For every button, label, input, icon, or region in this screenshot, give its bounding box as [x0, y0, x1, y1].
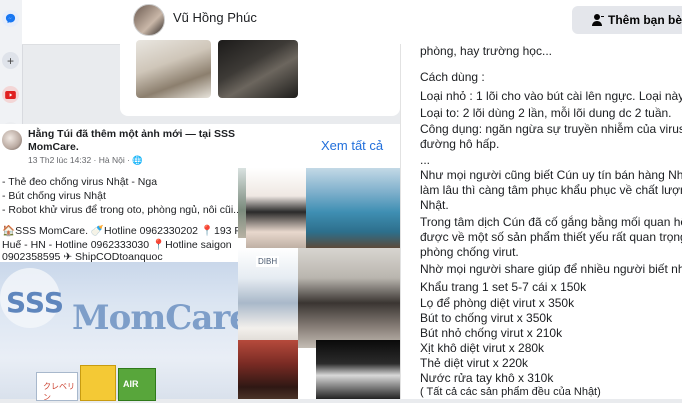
image-brand-text: SSS [6, 286, 64, 319]
product-label: AIR [123, 379, 139, 389]
post-text-line: Loại nhỏ : 1 lõi cho vào bút cài lên ngự… [420, 89, 682, 103]
post-text-line: Như mọi người cũng biết Cún uy tín bán h… [420, 168, 682, 182]
product-box: クレベリン [36, 372, 78, 402]
post-text-line: Trong tâm dịch Cún đã cố gắng bằng mối q… [420, 215, 682, 229]
post-text-line: Cách dùng : [420, 70, 485, 84]
product-label: クレベリン [43, 382, 75, 402]
post-photo-thumbnail[interactable] [306, 168, 400, 248]
post-text-line: phòng, hay trường học... [420, 44, 552, 58]
messenger-icon[interactable] [2, 10, 19, 27]
price-line: Lọ để phòng diệt virut x 350k [420, 296, 575, 310]
profile-name[interactable]: Vũ Hồng Phúc [173, 10, 257, 25]
product-box [80, 365, 116, 401]
add-friend-icon [592, 14, 604, 26]
post-photo-thumbnail[interactable]: DIBH [238, 248, 298, 348]
post-photo-thumbnail[interactable] [316, 340, 400, 399]
post-text-line: Công dụng: ngăn ngừa sự truyền nhiễm của… [420, 122, 682, 136]
add-friend-button[interactable]: Thêm bạn bè [572, 6, 682, 34]
post-photo-thumbnail[interactable] [298, 248, 400, 348]
price-line: Bút to chống virut x 350k [420, 311, 553, 325]
price-line: Thẻ diệt virut x 220k [420, 356, 529, 370]
post-text-line: đường hô hấp. [420, 137, 500, 151]
image-logo-text: MomCare [72, 298, 251, 338]
see-all-link[interactable]: Xem tất cả [321, 138, 383, 153]
price-line: Xịt khô diệt virut x 280k [420, 341, 545, 355]
post-photo-thumbnail[interactable] [238, 340, 298, 399]
price-line: Nước rửa tay khô x 310k [420, 371, 554, 385]
post-text-line: - Robot khử virus để trong oto, phòng ng… [2, 204, 242, 216]
profile-photo-thumbnail[interactable] [218, 40, 298, 98]
product-box: AIR [118, 368, 156, 401]
post-text-line: phòng chống virut. [420, 245, 519, 259]
post-timestamp[interactable]: 13 Th2 lúc 14:32 · Hà Nội · 🌐 [28, 155, 143, 166]
post-text-line: ... [420, 153, 431, 167]
post-text-line: Nhờ mọi người share giúp để nhiều người … [420, 262, 682, 276]
post-text-line: được về một số sản phẩm thiết yếu rất qu… [420, 230, 682, 244]
post-text-line: ( Tất cả các sản phẩm đều của Nhật) [420, 386, 601, 398]
price-line: Khẩu trang 1 set 5-7 cái x 150k [420, 280, 587, 294]
post-text-line: Loại to: 2 lõi dùng 2 lần, mỗi lõi dung … [420, 106, 672, 120]
photo-sign-text: DIBH [256, 256, 280, 267]
post-author-line[interactable]: Hằng Túi đã thêm một ảnh mới — tại SSS M… [28, 128, 248, 154]
add-friend-label: Thêm bạn bè [608, 13, 682, 27]
post-text-line: - Thẻ đeo chống virus Nhật - Nga [2, 176, 158, 188]
avatar[interactable] [133, 4, 165, 36]
post-author-avatar[interactable] [2, 130, 22, 150]
add-icon[interactable]: + [2, 52, 19, 69]
post-text-line: 🏠SSS MomCare. 🍼Hotline 0962330202 📍193 P… [2, 225, 254, 237]
post-text-line: - Bút chống virus Nhật [2, 190, 106, 202]
price-line: Bút nhỏ chống virut x 210k [420, 326, 563, 340]
post-text-line: Nhật. [420, 198, 449, 212]
youtube-icon[interactable] [2, 86, 19, 103]
post-photo-thumbnail[interactable] [246, 168, 306, 248]
profile-photo-thumbnail[interactable] [136, 40, 211, 98]
post-text-line: làm lâu thì càng tâm phục khẩu phục về c… [420, 183, 682, 197]
